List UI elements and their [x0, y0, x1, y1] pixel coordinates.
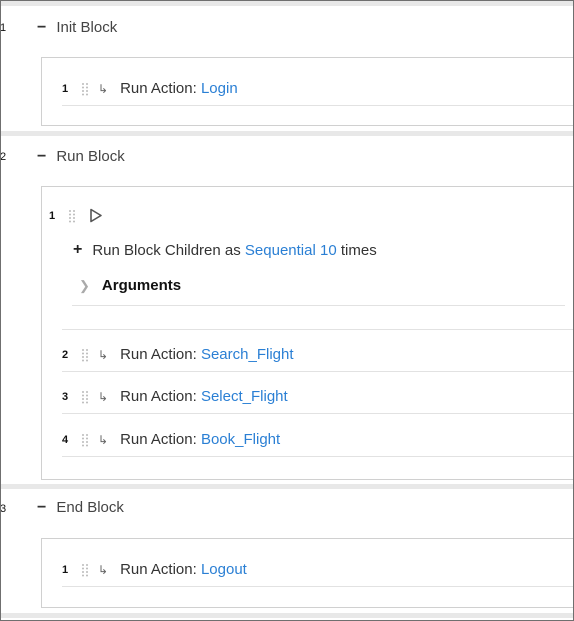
block-separator	[1, 1, 573, 6]
step-row[interactable]: 1 ↳ Run Action: Logout	[62, 553, 573, 587]
drag-grip-icon[interactable]	[68, 209, 76, 223]
action-link-logout[interactable]: Logout	[201, 561, 247, 578]
play-icon[interactable]	[89, 208, 103, 223]
step-prefix: Run Action:	[120, 431, 197, 448]
init-block-header[interactable]: − Init Block	[37, 19, 117, 36]
block-separator	[1, 131, 573, 136]
arguments-divider	[72, 305, 565, 306]
action-arrow-icon: ↳	[98, 389, 109, 404]
drag-grip-icon[interactable]	[81, 348, 89, 362]
collapse-minus-icon[interactable]: −	[37, 499, 46, 516]
loop-count-link[interactable]: 10	[320, 242, 337, 259]
arguments-toggle[interactable]: ❯ Arguments	[79, 277, 181, 294]
run-block-body: 1 + Run Block Children as Sequential 10 …	[41, 186, 573, 480]
step-prefix: Run Action:	[120, 388, 197, 405]
block-number: 1	[0, 22, 7, 34]
step-number: 2	[62, 348, 69, 361]
block-separator	[1, 613, 573, 618]
step-row[interactable]: 2 ↳ Run Action: Search_Flight	[62, 338, 573, 372]
step-number: 3	[62, 390, 69, 403]
action-link-select-flight[interactable]: Select_Flight	[201, 388, 288, 405]
run-block-header[interactable]: − Run Block	[37, 148, 125, 165]
step-number: 1	[49, 209, 56, 222]
step-row[interactable]: 4 ↳ Run Action: Book_Flight	[62, 423, 573, 457]
action-arrow-icon: ↳	[98, 562, 109, 577]
drag-grip-icon[interactable]	[81, 563, 89, 577]
block-title: Run Block	[56, 148, 125, 165]
action-link-login[interactable]: Login	[201, 80, 238, 97]
block-title: End Block	[56, 499, 124, 516]
step-prefix: Run Action:	[120, 561, 197, 578]
loop-suffix: times	[340, 241, 377, 259]
drag-grip-icon[interactable]	[81, 82, 89, 96]
chevron-right-icon[interactable]: ❯	[79, 278, 90, 294]
drag-grip-icon[interactable]	[81, 390, 89, 404]
step-row[interactable]: 3 ↳ Run Action: Select_Flight	[62, 380, 573, 414]
drag-grip-icon[interactable]	[81, 433, 89, 447]
block-separator	[1, 484, 573, 489]
step-row[interactable]: 1 ↳ Run Action: Login	[62, 72, 573, 106]
end-block-header[interactable]: − End Block	[37, 499, 124, 516]
block-number: 3	[0, 503, 7, 515]
step-prefix: Run Action:	[120, 80, 197, 97]
arguments-label: Arguments	[101, 277, 182, 294]
block-number: 2	[0, 151, 7, 163]
collapse-minus-icon[interactable]: −	[37, 19, 46, 36]
collapse-minus-icon[interactable]: −	[37, 148, 46, 165]
loop-mode-link[interactable]: Sequential	[245, 242, 316, 259]
test-flow-editor: 1 − Init Block 1 ↳ Run Action: Login 2 −…	[0, 0, 574, 621]
block-title: Init Block	[56, 19, 118, 36]
loop-prefix: Run Block Children as	[92, 241, 241, 259]
loop-divider	[62, 329, 573, 330]
action-link-book-flight[interactable]: Book_Flight	[201, 431, 280, 448]
loop-step-head: 1	[49, 208, 103, 223]
step-number: 1	[62, 563, 69, 576]
loop-config: + Run Block Children as Sequential 10 ti…	[73, 241, 377, 259]
action-arrow-icon: ↳	[98, 432, 109, 447]
expand-plus-icon[interactable]: +	[73, 241, 82, 259]
action-link-search-flight[interactable]: Search_Flight	[201, 346, 294, 363]
action-arrow-icon: ↳	[98, 81, 109, 96]
step-number: 4	[62, 433, 69, 446]
init-block-body: 1 ↳ Run Action: Login	[41, 57, 573, 126]
step-prefix: Run Action:	[120, 346, 197, 363]
end-block-body: 1 ↳ Run Action: Logout	[41, 538, 573, 608]
step-number: 1	[62, 82, 69, 95]
action-arrow-icon: ↳	[98, 347, 109, 362]
